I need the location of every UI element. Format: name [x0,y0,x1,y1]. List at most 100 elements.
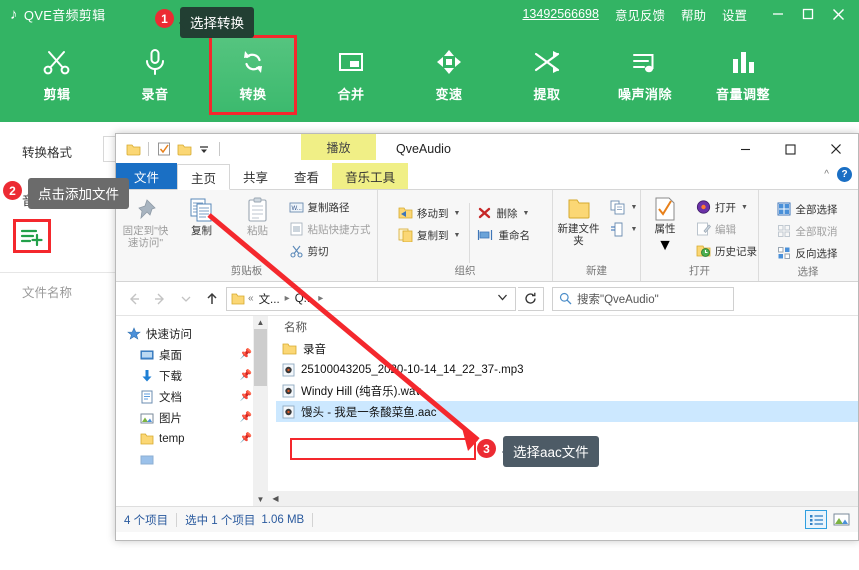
paste-shortcut-button[interactable]: 粘贴快捷方式 [286,218,376,240]
tab-view[interactable]: 查看 [281,163,332,189]
tool-label: 剪辑 [43,87,71,102]
tool-clip[interactable]: 剪辑 [16,38,98,112]
tool-record[interactable]: 录音 [114,38,196,112]
button-label: 复制 [191,225,212,237]
dropdown-caret-icon[interactable] [194,139,214,159]
address-dropdown-chevron-down-icon[interactable] [492,293,513,304]
help-question-icon[interactable]: ? [837,167,852,182]
refresh-icon[interactable] [518,286,544,311]
button-label: 复制到 [417,229,449,242]
arrow-right-icon[interactable] [148,287,172,311]
details-view-icon[interactable] [805,510,827,529]
scroll-left-arrow-icon[interactable]: ◀ [268,494,283,503]
chevron-down-icon[interactable]: ▼ [657,237,673,255]
menu-help[interactable]: 帮助 [681,5,706,24]
recent-locations-chevron-down-icon[interactable] [174,287,198,311]
chevron-down-icon[interactable]: ▼ [741,204,748,211]
downloads-icon [142,369,152,381]
search-input[interactable]: 搜索"QveAudio" [552,286,734,311]
properties-button[interactable]: 属性 ▼ [637,193,693,259]
column-header-name[interactable]: 名称 [276,316,858,338]
large-icons-view-icon[interactable] [830,510,852,529]
copy-button[interactable]: 复制 [174,193,230,241]
screen: ♪ QVE音频剪辑 13492566698 意见反馈 帮助 设置 剪辑 录音 转… [0,0,859,570]
tab-music-tools[interactable]: 音乐工具 [332,163,409,189]
copy-to-icon [398,228,413,242]
tool-merge[interactable]: 合并 [310,38,392,112]
history-button[interactable]: 历史记录 [693,240,762,262]
chevron-down-icon[interactable]: ▼ [522,210,529,217]
tool-noise-reduction[interactable]: 噪声消除 [604,38,686,112]
file-list-horizontal-scrollbar[interactable]: ◀ [268,491,858,506]
tool-volume[interactable]: 音量调整 [702,38,784,112]
breadcrumb-item[interactable]: Q... [293,293,316,305]
qve-title-row: ♪ QVE音频剪辑 13492566698 意见反馈 帮助 设置 [0,0,859,28]
folder-icon[interactable] [174,139,194,159]
folder-icon[interactable] [123,139,143,159]
maximize-icon[interactable] [793,0,823,28]
menu-settings[interactable]: 设置 [722,5,747,24]
add-file-button[interactable] [13,219,51,253]
nav-item-temp[interactable]: temp 📌 [116,428,268,449]
pin-icon[interactable]: 📌 [240,412,252,423]
minimize-icon[interactable] [763,0,793,28]
close-icon[interactable] [823,0,853,28]
delete-button[interactable]: 删除 ▼ [474,202,535,224]
chevron-down-icon[interactable]: ▼ [454,210,461,217]
new-folder-button[interactable]: 新建文件夹 [551,193,607,251]
pin-icon[interactable]: 📌 [240,349,252,360]
nav-pane-scrollbar[interactable]: ▲ ▼ [253,316,268,506]
tool-speed[interactable]: 变速 [408,38,490,112]
separator [148,142,149,156]
pin-icon[interactable]: 📌 [240,370,252,381]
account-number[interactable]: 13492566698 [522,7,598,21]
table-row[interactable]: 25100043205_2020-10-14_14_22_37-.mp3 [276,359,858,380]
desktop-icon [140,350,154,359]
select-none-button[interactable]: 全部取消 [774,220,843,242]
properties-check-icon[interactable] [154,139,174,159]
breadcrumb-item[interactable]: 文... [257,291,282,307]
scroll-up-arrow-icon[interactable]: ▲ [253,316,268,329]
copy-path-button[interactable]: W... 复制路径 [286,196,376,218]
tool-extract[interactable]: 提取 [506,38,588,112]
table-row[interactable]: Windy Hill (纯音乐).wav [276,380,858,401]
pin-icon[interactable]: 📌 [240,433,252,444]
move-to-button[interactable]: 移动到 ▼ [395,202,465,224]
nav-item-downloads[interactable]: 下载 📌 [116,365,268,386]
breadcrumb-overflow[interactable]: « [247,293,255,304]
chevron-down-icon[interactable]: ▼ [454,232,461,239]
pin-icon[interactable]: 📌 [240,391,252,402]
group-name: 打开 [689,265,710,277]
cut-button[interactable]: 剪切 [286,240,376,262]
maximize-icon[interactable] [768,134,813,164]
open-button[interactable]: 打开 ▼ [693,196,762,218]
copy-to-button[interactable]: 复制到 ▼ [395,224,465,246]
arrow-up-icon[interactable] [200,287,224,311]
select-all-button[interactable]: 全部选择 [774,198,843,220]
nav-item-documents[interactable]: 文档 📌 [116,386,268,407]
breadcrumb[interactable]: « 文... ▸ Q... ▸ [226,286,516,311]
tool-label: 合并 [337,87,365,102]
invert-selection-button[interactable]: 反向选择 [774,242,843,264]
rename-button[interactable]: 重命名 [474,224,535,246]
nav-item-partial[interactable] [116,449,268,470]
delete-x-icon [479,207,491,219]
table-row[interactable]: 录音 [276,338,858,359]
paste-button[interactable]: 粘贴 [230,193,286,241]
chevron-up-icon[interactable]: ^ [824,169,829,180]
contextual-tab-play[interactable]: 播放 [301,134,376,160]
tab-home[interactable]: 主页 [177,164,231,190]
close-icon[interactable] [813,134,858,164]
nav-item-quick-access[interactable]: 快速访问 [116,323,268,344]
nav-item-pictures[interactable]: 图片 📌 [116,407,268,428]
tool-convert[interactable]: 转换 [209,35,297,115]
arrow-left-icon[interactable] [122,287,146,311]
nav-item-desktop[interactable]: 桌面 📌 [116,344,268,365]
tab-share[interactable]: 共享 [230,163,281,189]
scrollbar-thumb[interactable] [254,329,267,386]
menu-feedback[interactable]: 意见反馈 [615,5,665,24]
scroll-down-arrow-icon[interactable]: ▼ [253,493,268,506]
minimize-icon[interactable] [723,134,768,164]
edit-button[interactable]: 编辑 [693,218,762,240]
table-row[interactable]: 馒头 - 我是一条酸菜鱼.aac [276,401,858,422]
